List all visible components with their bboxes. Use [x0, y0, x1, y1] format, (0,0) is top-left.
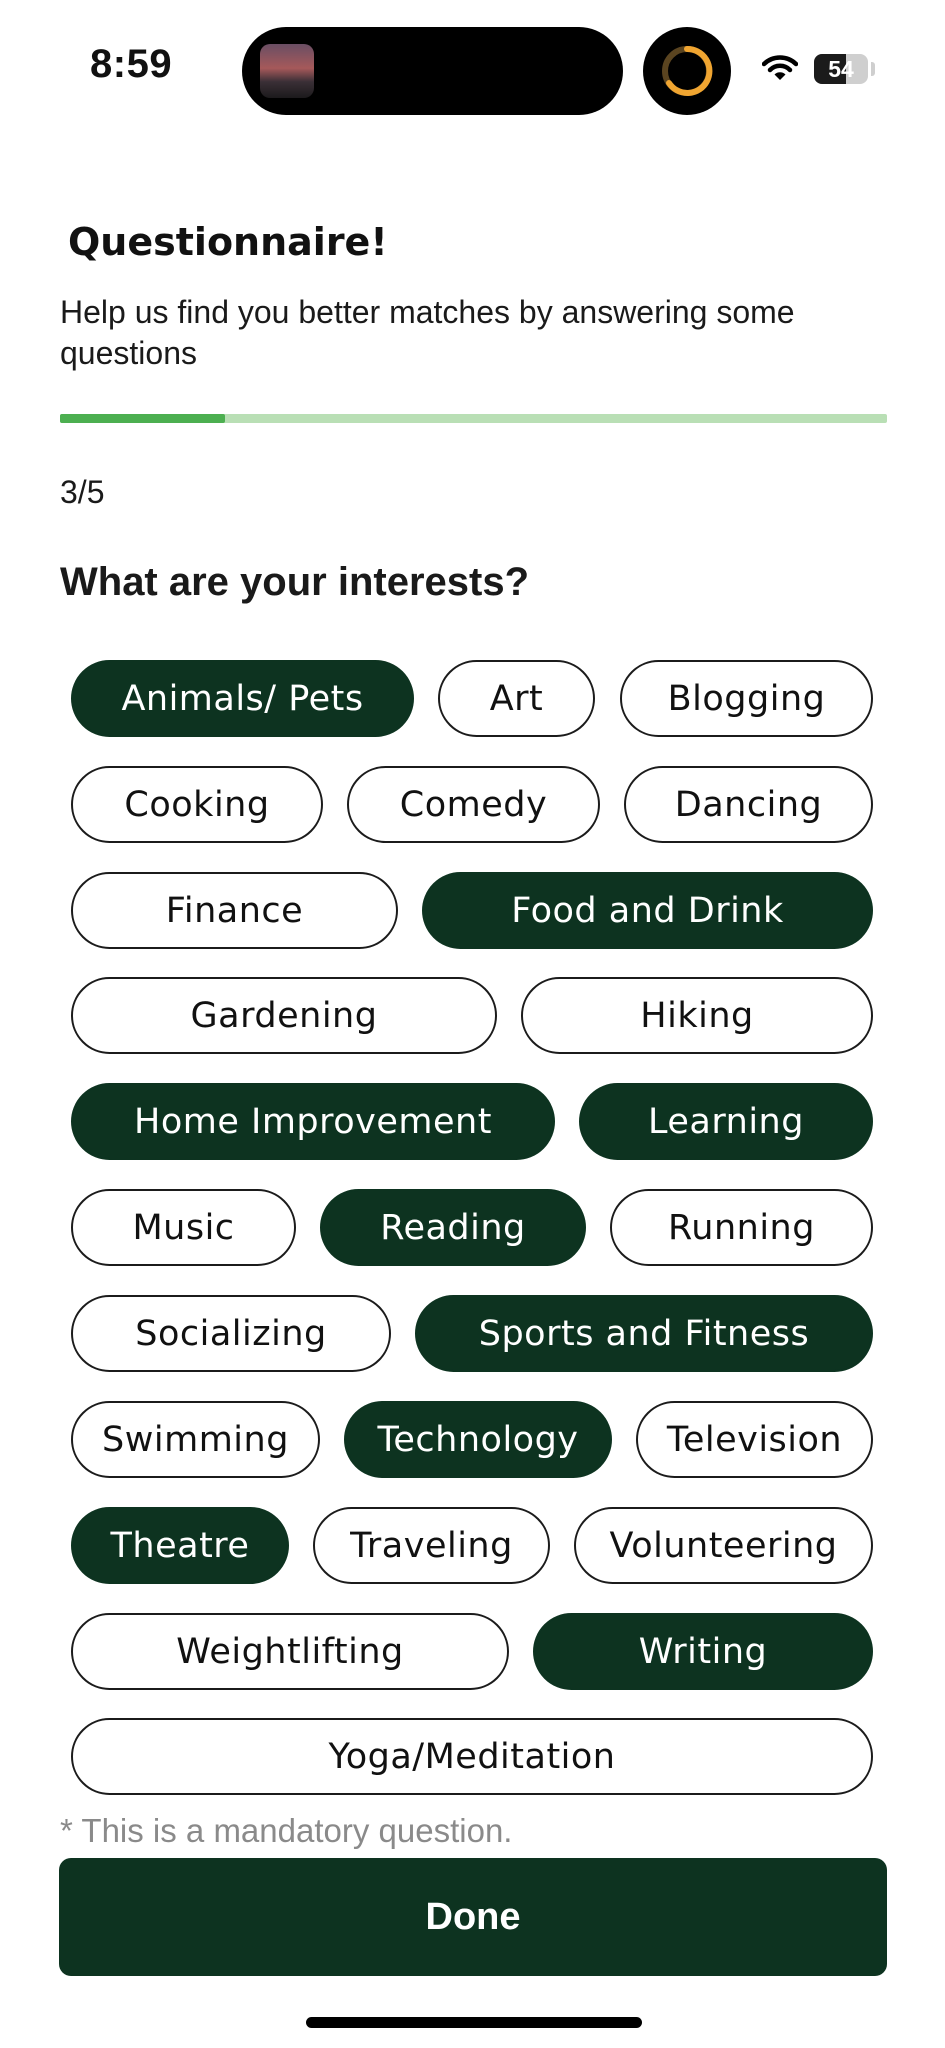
interest-chip[interactable]: Dancing	[624, 766, 873, 843]
interest-chip[interactable]: Food and Drink	[422, 872, 873, 949]
interest-chip[interactable]: Animals/ Pets	[71, 660, 414, 737]
progress-bar-fill	[60, 414, 226, 423]
home-indicator	[306, 2017, 642, 2028]
interest-chip[interactable]: Gardening	[71, 977, 497, 1054]
wifi-icon	[761, 53, 799, 88]
interest-chip[interactable]: Blogging	[620, 660, 873, 737]
status-time: 8:59	[90, 42, 173, 86]
interest-chip[interactable]: Hiking	[521, 977, 873, 1054]
interest-chip[interactable]: Cooking	[71, 766, 323, 843]
question-text: What are your interests?	[60, 560, 530, 604]
interest-chip[interactable]: Weightlifting	[71, 1613, 509, 1690]
interest-chip[interactable]: Reading	[320, 1189, 586, 1266]
battery-nub	[871, 62, 875, 76]
interest-chip[interactable]: Running	[610, 1189, 873, 1266]
timer-ring-icon	[643, 27, 731, 115]
dynamic-island	[242, 27, 623, 115]
step-indicator: 3/5	[60, 474, 105, 510]
interest-chip[interactable]: Learning	[579, 1083, 873, 1160]
interest-chip[interactable]: Sports and Fitness	[415, 1295, 873, 1372]
mandatory-note: * This is a mandatory question.	[60, 1812, 513, 1849]
interest-chip[interactable]: Socializing	[71, 1295, 391, 1372]
interest-chip[interactable]: Technology	[344, 1401, 612, 1478]
progress-bar	[60, 414, 887, 423]
page-title: Questionnaire!	[68, 220, 388, 264]
battery-icon: 54	[814, 54, 868, 84]
interest-chip[interactable]: Writing	[533, 1613, 873, 1690]
interest-chip[interactable]: Finance	[71, 872, 398, 949]
interest-chip[interactable]: Yoga/Meditation	[71, 1718, 873, 1795]
done-button[interactable]: Done	[59, 1858, 887, 1976]
interest-chip[interactable]: Theatre	[71, 1507, 289, 1584]
page-subtitle: Help us find you better matches by answe…	[60, 294, 795, 371]
interest-chip[interactable]: Home Improvement	[71, 1083, 555, 1160]
interest-chip[interactable]: Volunteering	[574, 1507, 873, 1584]
interest-chip[interactable]: Television	[636, 1401, 873, 1478]
battery-level: 54	[828, 56, 854, 82]
interest-chip[interactable]: Music	[71, 1189, 296, 1266]
interest-chip[interactable]: Swimming	[71, 1401, 320, 1478]
photo-thumbnail-icon	[260, 44, 314, 98]
interest-chip[interactable]: Traveling	[313, 1507, 550, 1584]
interest-chip[interactable]: Art	[438, 660, 595, 737]
interest-chip[interactable]: Comedy	[347, 766, 600, 843]
